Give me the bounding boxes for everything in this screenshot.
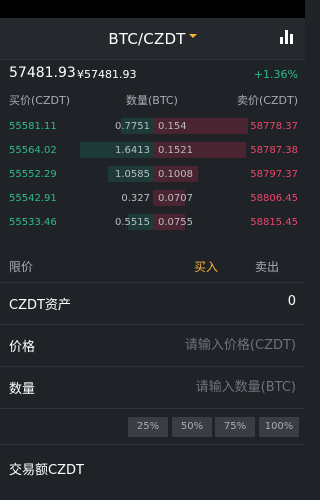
bid-qty: 0.7751 <box>115 121 150 132</box>
percent-100-button[interactable]: 100% <box>259 417 299 437</box>
orderbook-row[interactable]: 55581.11 0.7751 0.154 58778.37 <box>0 116 305 136</box>
ask-qty: 0.1008 <box>158 169 193 180</box>
orderbook-header: 买价(CZDT) 数量(BTC) 卖价(CZDT) <box>0 90 305 108</box>
percent-25-button[interactable]: 25% <box>128 417 168 437</box>
bid-price: 55581.11 <box>9 121 57 132</box>
price-row: 价格 <box>0 324 305 366</box>
orderbook-row[interactable]: 55533.46 0.5515 0.0755 58815.45 <box>0 212 305 232</box>
cny-price: ¥57481.93 <box>77 68 137 81</box>
ask-qty: 0.154 <box>158 121 187 132</box>
tab-buy[interactable]: 买入 <box>194 258 218 275</box>
bid-price-header: 买价(CZDT) <box>9 94 70 107</box>
status-bar <box>0 0 305 18</box>
bid-qty: 1.0585 <box>115 169 150 180</box>
pair-label: BTC/CZDT <box>108 30 186 48</box>
ask-price: 58778.37 <box>250 121 298 132</box>
qty-input[interactable] <box>126 374 296 400</box>
ask-price: 58815.45 <box>250 217 298 228</box>
qty-label: 数量 <box>9 382 36 397</box>
orderbook-row[interactable]: 55564.02 1.6413 0.1521 58787.38 <box>0 140 305 160</box>
ask-price: 58787.38 <box>250 145 298 156</box>
qty-row: 数量 <box>0 366 305 408</box>
order-mode-row: 限价 买入 卖出 <box>0 252 305 278</box>
total-label: 交易额CZDT <box>9 463 84 478</box>
ticker-row: 57481.93 ¥57481.93 +1.36% <box>0 60 305 88</box>
ask-qty: 0.0755 <box>158 217 193 228</box>
bid-price: 55542.91 <box>9 193 57 204</box>
bid-price: 55552.29 <box>9 169 57 180</box>
qty-header: 数量(BTC) <box>126 94 178 107</box>
ask-qty: 0.1521 <box>158 145 193 156</box>
asset-label: CZDT资产 <box>9 298 71 313</box>
orderbook-row[interactable]: 55552.29 1.0585 0.1008 58797.37 <box>0 164 305 184</box>
last-price: 57481.93 <box>9 65 76 81</box>
bid-price: 55564.02 <box>9 145 57 156</box>
bid-price: 55533.46 <box>9 217 57 228</box>
bid-qty: 1.6413 <box>115 145 150 156</box>
divider <box>0 444 305 445</box>
caret-down-icon <box>188 33 197 38</box>
bar-chart-icon[interactable] <box>280 30 294 44</box>
asset-value: 0 <box>287 294 296 309</box>
divider <box>0 408 305 409</box>
bid-qty: 0.327 <box>121 193 150 204</box>
bid-qty: 0.5515 <box>115 217 150 228</box>
orderbook-row[interactable]: 55542.91 0.327 0.0707 58806.45 <box>0 188 305 208</box>
percent-75-button[interactable]: 75% <box>215 417 255 437</box>
ask-price: 58797.37 <box>250 169 298 180</box>
total-row: 交易额CZDT <box>0 454 305 484</box>
percent-buttons: 25% 50% 75% 100% <box>0 417 305 437</box>
price-change: +1.36% <box>253 68 298 81</box>
top-nav: BTC/CZDT <box>0 18 305 60</box>
ask-price-header: 卖价(CZDT) <box>237 94 298 107</box>
order-type-label[interactable]: 限价 <box>9 258 33 275</box>
percent-50-button[interactable]: 50% <box>172 417 212 437</box>
asset-row: CZDT资产 0 <box>0 282 305 324</box>
ask-price: 58806.45 <box>250 193 298 204</box>
price-input[interactable] <box>126 332 296 358</box>
ask-qty: 0.0707 <box>158 193 193 204</box>
tab-sell[interactable]: 卖出 <box>255 258 279 275</box>
pair-selector[interactable]: BTC/CZDT <box>0 18 305 60</box>
price-label: 价格 <box>9 340 36 355</box>
